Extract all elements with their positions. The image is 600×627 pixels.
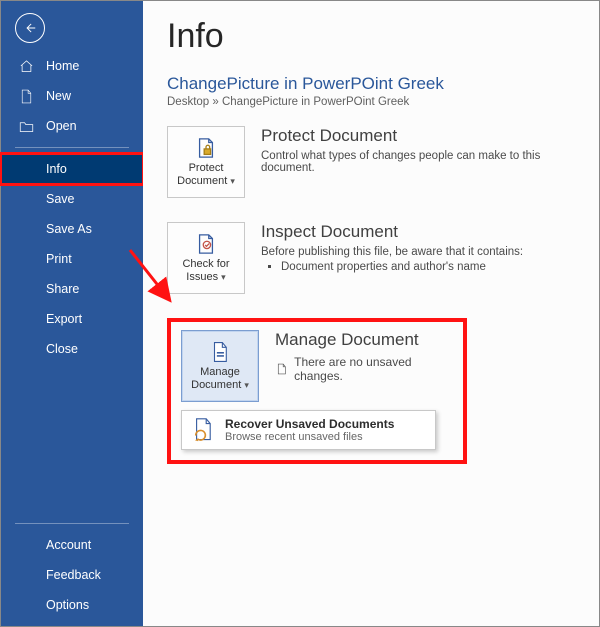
sidebar-item-label: Account	[46, 538, 91, 552]
sidebar-item-open[interactable]: Open	[1, 111, 143, 141]
open-icon	[19, 120, 34, 133]
backstage-sidebar: Home New Open Info Save Save As Print	[1, 1, 143, 626]
sidebar-item-feedback[interactable]: Feedback	[1, 560, 143, 590]
sidebar-item-account[interactable]: Account	[1, 530, 143, 560]
manage-document-button[interactable]: Manage Document ▾	[181, 330, 259, 402]
back-button[interactable]	[15, 13, 45, 43]
home-icon	[19, 59, 34, 74]
sidebar-item-label: Save As	[46, 222, 92, 236]
sidebar-item-label: Home	[46, 59, 79, 73]
inspect-heading: Inspect Document	[261, 222, 583, 242]
breadcrumb: Desktop » ChangePicture in PowerPOint Gr…	[167, 96, 583, 108]
sidebar-item-close[interactable]: Close	[1, 334, 143, 364]
sidebar-item-label: Save	[46, 192, 75, 206]
sidebar-item-label: Feedback	[46, 568, 101, 582]
manage-heading: Manage Document	[275, 330, 453, 350]
sidebar-item-options[interactable]: Options	[1, 590, 143, 620]
manage-status: There are no unsaved changes.	[294, 355, 453, 383]
sidebar-item-share[interactable]: Share	[1, 274, 143, 304]
tile-label: Manage Document ▾	[182, 366, 258, 391]
manage-row: Manage Document ▾ Manage Document There …	[181, 330, 453, 402]
inspect-desc: Before publishing this file, be aware th…	[261, 246, 583, 258]
new-icon	[19, 89, 34, 104]
sidebar-item-label: Export	[46, 312, 82, 326]
document-icon	[210, 340, 230, 364]
sidebar-item-print[interactable]: Print	[1, 244, 143, 274]
document-small-icon	[275, 362, 288, 376]
check-icon	[195, 232, 217, 256]
page-title: Info	[167, 17, 583, 56]
protect-heading: Protect Document	[261, 126, 583, 146]
tile-label: Check for Issues ▾	[168, 258, 244, 283]
dropdown-sub: Browse recent unsaved files	[225, 431, 394, 443]
highlight-box: Manage Document ▾ Manage Document There …	[167, 318, 467, 464]
recover-unsaved-menuitem[interactable]: Recover Unsaved Documents Browse recent …	[181, 410, 436, 450]
sidebar-item-new[interactable]: New	[1, 81, 143, 111]
lock-icon	[195, 136, 217, 160]
document-title: ChangePicture in PowerPOint Greek	[167, 74, 583, 94]
sidebar-item-save[interactable]: Save	[1, 184, 143, 214]
protect-document-button[interactable]: Protect Document ▾	[167, 126, 245, 198]
sidebar-item-saveas[interactable]: Save As	[1, 214, 143, 244]
sidebar-item-label: New	[46, 89, 71, 103]
protect-row: Protect Document ▾ Protect Document Cont…	[167, 126, 583, 198]
sidebar-item-label: Info	[46, 162, 67, 176]
sidebar-item-label: Print	[46, 252, 72, 266]
sidebar-item-export[interactable]: Export	[1, 304, 143, 334]
backstage-content: Info ChangePicture in PowerPOint Greek D…	[143, 1, 599, 626]
tile-label: Protect Document ▾	[168, 162, 244, 187]
inspect-row: Check for Issues ▾ Inspect Document Befo…	[167, 222, 583, 294]
sidebar-item-label: Open	[46, 119, 77, 133]
separator	[15, 523, 129, 524]
separator	[15, 147, 129, 148]
sidebar-item-label: Close	[46, 342, 78, 356]
sidebar-item-home[interactable]: Home	[1, 51, 143, 81]
dropdown-title: Recover Unsaved Documents	[225, 417, 394, 431]
sidebar-item-label: Share	[46, 282, 79, 296]
recover-icon	[190, 417, 216, 443]
protect-desc: Control what types of changes people can…	[261, 150, 583, 174]
inspect-bullet: Document properties and author's name	[281, 261, 583, 273]
sidebar-item-info[interactable]: Info	[1, 154, 143, 184]
sidebar-item-label: Options	[46, 598, 89, 612]
check-for-issues-button[interactable]: Check for Issues ▾	[167, 222, 245, 294]
